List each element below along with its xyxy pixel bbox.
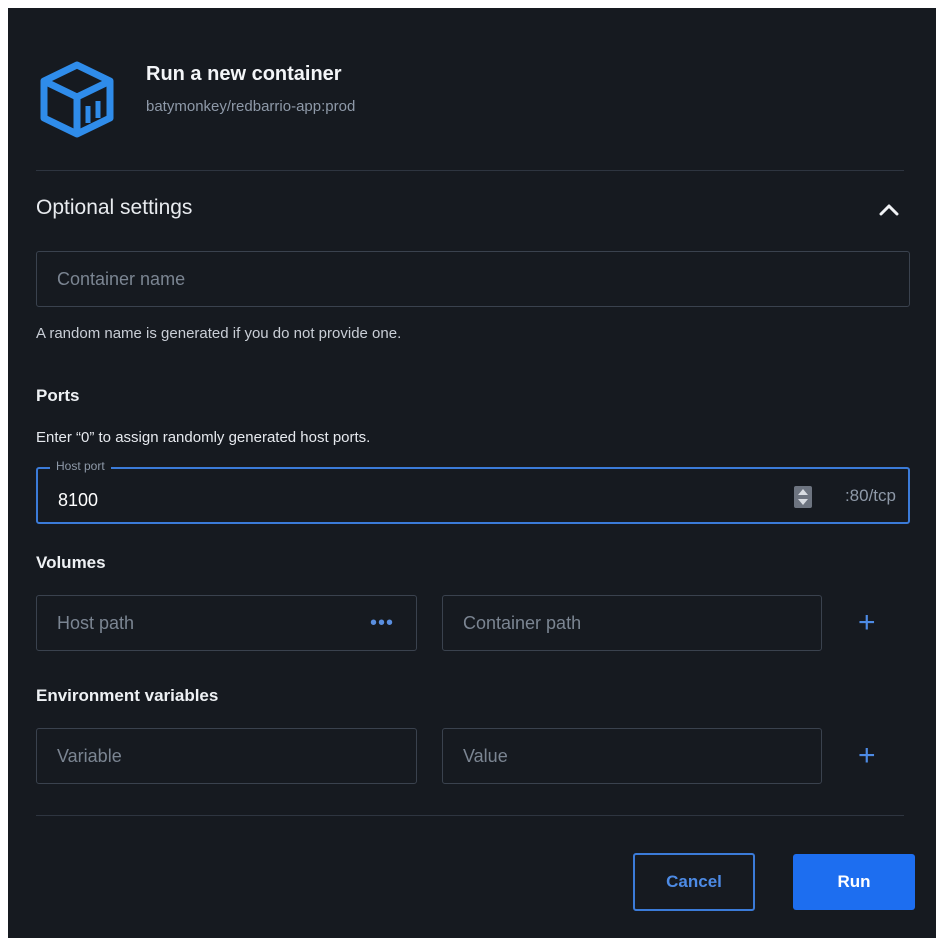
container-name-input[interactable]: [37, 252, 909, 306]
host-port-field[interactable]: Host port :80/tcp: [36, 459, 910, 524]
host-port-input[interactable]: [38, 469, 908, 522]
env-value-field[interactable]: [442, 728, 822, 784]
image-name: batymonkey/redbarrio-app:prod: [146, 98, 356, 115]
host-path-field[interactable]: •••: [36, 595, 417, 651]
env-value-input[interactable]: [443, 729, 821, 783]
volumes-label: Volumes: [36, 553, 106, 572]
header-divider: [36, 170, 904, 171]
ports-label: Ports: [36, 386, 80, 405]
env-variable-field[interactable]: [36, 728, 417, 784]
container-path-input[interactable]: [443, 596, 821, 650]
add-volume-plus-icon[interactable]: +: [858, 608, 876, 638]
container-name-helper: A random name is generated if you do not…: [36, 325, 402, 342]
dialog-header: Run a new container batymonkey/redbarrio…: [38, 60, 898, 150]
footer-divider: [36, 815, 904, 816]
browse-more-icon[interactable]: •••: [370, 612, 394, 635]
container-name-field[interactable]: [36, 251, 910, 307]
container-path-field[interactable]: [442, 595, 822, 651]
env-label: Environment variables: [36, 686, 219, 705]
env-variable-input[interactable]: [37, 729, 416, 783]
port-stepper-icon[interactable]: [794, 486, 812, 508]
run-button[interactable]: Run: [793, 854, 915, 910]
optional-settings-header[interactable]: Optional settings: [36, 191, 904, 231]
cancel-button[interactable]: Cancel: [633, 853, 755, 911]
optional-settings-title: Optional settings: [36, 196, 193, 219]
host-path-input[interactable]: [37, 596, 416, 650]
dialog-title: Run a new container: [146, 63, 342, 85]
run-container-dialog: Run a new container batymonkey/redbarrio…: [8, 8, 936, 938]
chevron-up-icon[interactable]: [876, 197, 902, 223]
container-cube-icon: [40, 61, 114, 138]
container-port-suffix: :80/tcp: [844, 486, 896, 505]
ports-helper: Enter “0” to assign randomly generated h…: [36, 429, 371, 446]
add-env-plus-icon[interactable]: +: [858, 741, 876, 771]
